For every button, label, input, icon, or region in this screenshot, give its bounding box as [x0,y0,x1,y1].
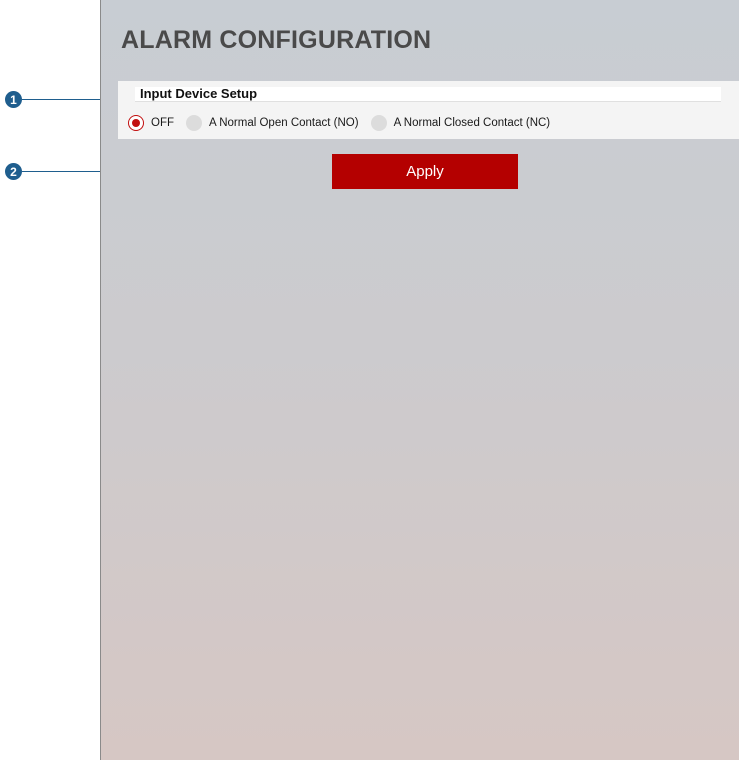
radio-option-normal-closed[interactable]: A Normal Closed Contact (NC) [370,115,551,131]
callout-badge-2: 2 [5,163,22,180]
alarm-configuration-panel: ALARM CONFIGURATION Input Device Setup O… [100,0,739,760]
radio-option-normal-open[interactable]: A Normal Open Contact (NO) [186,115,359,131]
radio-label-off: OFF [151,117,174,129]
callout-badge-1: 1 [5,91,22,108]
section-title: Input Device Setup [140,86,258,101]
radio-button-off[interactable] [128,115,144,131]
page-title: ALARM CONFIGURATION [121,26,432,54]
apply-button[interactable]: Apply [332,154,518,189]
input-device-setup-section: Input Device Setup OFF A Normal Open Con… [118,81,739,139]
radio-label-normal-closed: A Normal Closed Contact (NC) [393,117,551,129]
radio-button-normal-open[interactable] [186,115,202,131]
radio-option-off[interactable]: OFF [128,115,174,131]
input-device-radio-group: OFF A Normal Open Contact (NO) A Normal … [128,114,562,132]
radio-button-normal-closed[interactable] [370,115,387,131]
radio-label-normal-open: A Normal Open Contact (NO) [209,117,359,129]
